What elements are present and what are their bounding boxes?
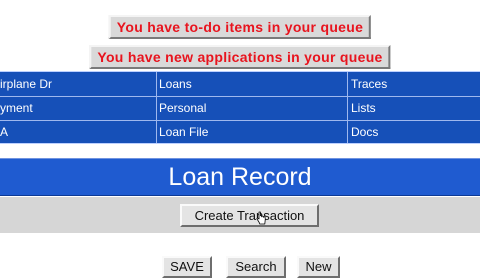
nav-row: A Loan File Docs xyxy=(0,121,480,144)
save-button[interactable]: SAVE xyxy=(162,256,212,278)
nav-link-lists[interactable]: Lists xyxy=(351,97,480,120)
hand-pointer-icon xyxy=(256,211,266,225)
nav-link-payment[interactable]: yment xyxy=(0,97,155,120)
nav-link-personal[interactable]: Personal xyxy=(159,97,345,120)
nav-divider xyxy=(156,72,157,143)
search-button[interactable]: Search xyxy=(226,256,286,278)
nav-link-traces[interactable]: Traces xyxy=(351,73,480,96)
navigation-grid: irplane Dr Loans Traces yment Personal L… xyxy=(0,71,480,144)
nav-link-airplane-dr[interactable]: irplane Dr xyxy=(0,73,155,96)
new-button[interactable]: New xyxy=(297,256,340,278)
nav-row: irplane Dr Loans Traces xyxy=(0,73,480,97)
todo-queue-alert[interactable]: You have to-do items in your queue xyxy=(108,15,372,39)
applications-queue-alert[interactable]: You have new applications in your queue xyxy=(89,45,391,69)
nav-row: yment Personal Lists xyxy=(0,97,480,121)
nav-link-a[interactable]: A xyxy=(0,121,155,144)
nav-link-docs[interactable]: Docs xyxy=(351,121,480,144)
page-header-band: Loan Record xyxy=(0,158,480,196)
nav-link-loan-file[interactable]: Loan File xyxy=(159,121,345,144)
nav-link-loans[interactable]: Loans xyxy=(159,73,345,96)
page-title: Loan Record xyxy=(168,163,312,191)
create-transaction-button[interactable]: Create Transaction xyxy=(180,204,319,227)
nav-divider xyxy=(347,72,348,143)
